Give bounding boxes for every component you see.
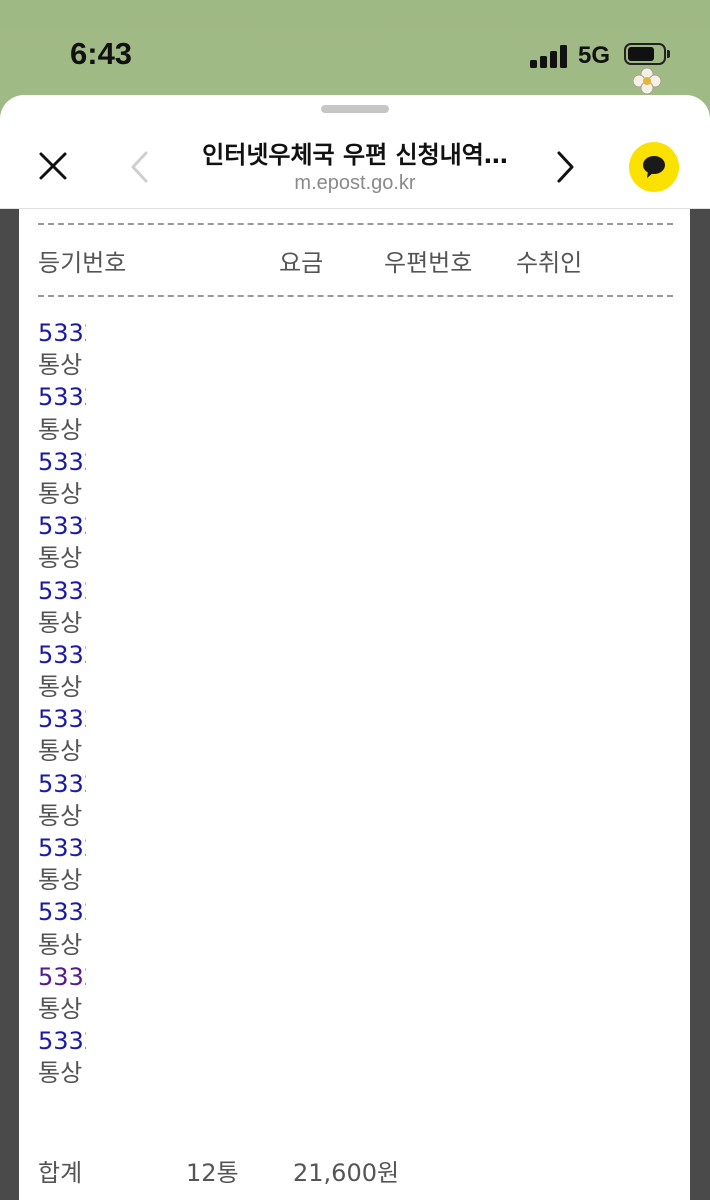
mail-type: 통상 — [38, 866, 83, 895]
tracking-number-link[interactable]: 5332 — [38, 768, 86, 800]
page-content[interactable]: 등기번호 요금 우편번호 수취인 5332 통상 5332 통상 5332 통상… — [0, 208, 710, 1200]
kakaotalk-speech-bubble-icon — [643, 156, 665, 178]
total-amount: 21,600원 — [293, 1159, 400, 1187]
right-edge — [690, 209, 710, 1200]
page-title: 인터넷우체국 우편 신청내역… — [202, 141, 508, 169]
header-fee: 요금 — [279, 249, 324, 277]
battery-icon — [624, 43, 670, 67]
mail-type: 통상 — [38, 1059, 83, 1088]
status-bar: 6:43 5G — [0, 0, 710, 100]
tracking-number-link[interactable]: 5332 — [38, 703, 86, 735]
header-postal-code: 우편번호 — [384, 249, 473, 277]
divider-header — [38, 295, 673, 297]
close-icon — [39, 152, 67, 180]
mail-type: 통상 — [38, 737, 83, 766]
kakaotalk-share-button[interactable] — [629, 142, 679, 192]
chevron-right-icon — [557, 151, 574, 183]
network-type: 5G — [578, 42, 611, 69]
tracking-number-link[interactable]: 5332 — [38, 317, 86, 349]
flower-sticker-icon — [632, 67, 662, 95]
mail-type: 통상 — [38, 801, 83, 830]
mail-type: 통상 — [38, 608, 83, 637]
tracking-number-link[interactable]: 5332 — [38, 639, 86, 671]
close-button[interactable] — [32, 145, 74, 187]
mail-type: 통상 — [38, 479, 83, 508]
header-tracking-number: 등기번호 — [38, 249, 127, 277]
mail-type: 통상 — [38, 544, 83, 573]
tracking-number-link[interactable]: 5332 — [38, 1025, 86, 1057]
tracking-number-link[interactable]: 5332 — [38, 961, 86, 993]
total-count: 12통 — [186, 1159, 239, 1187]
forward-button[interactable] — [550, 147, 580, 187]
mail-type: 통상 — [38, 673, 83, 702]
header-recipient: 수취인 — [516, 249, 583, 277]
mail-type: 통상 — [38, 351, 83, 380]
tracking-number-link[interactable]: 5332 — [38, 896, 86, 928]
mail-type: 통상 — [38, 994, 83, 1023]
back-button[interactable] — [124, 147, 154, 187]
mail-type: 통상 — [38, 415, 83, 444]
mail-type: 통상 — [38, 930, 83, 959]
total-label: 합계 — [38, 1159, 83, 1187]
page-url: m.epost.go.kr — [294, 172, 416, 194]
sheet-grabber[interactable] — [321, 105, 389, 113]
tracking-number-link[interactable]: 5332 — [38, 510, 86, 542]
status-time: 6:43 — [70, 36, 133, 71]
registered-mail-list: 5332 통상 5332 통상 5332 통상 5332 통상 5332 통상 … — [38, 317, 86, 1090]
browser-sheet: 인터넷우체국 우편 신청내역… m.epost.go.kr 등기번호 요금 우편… — [0, 95, 710, 1200]
tracking-number-link[interactable]: 5332 — [38, 832, 86, 864]
left-edge — [0, 209, 19, 1200]
tracking-number-link[interactable]: 5332 — [38, 446, 86, 478]
tracking-number-link[interactable]: 5332 — [38, 381, 86, 413]
tracking-number-link[interactable]: 5332 — [38, 575, 86, 607]
divider-top — [38, 223, 673, 225]
chevron-left-icon — [131, 151, 148, 183]
signal-strength-icon — [530, 44, 570, 68]
